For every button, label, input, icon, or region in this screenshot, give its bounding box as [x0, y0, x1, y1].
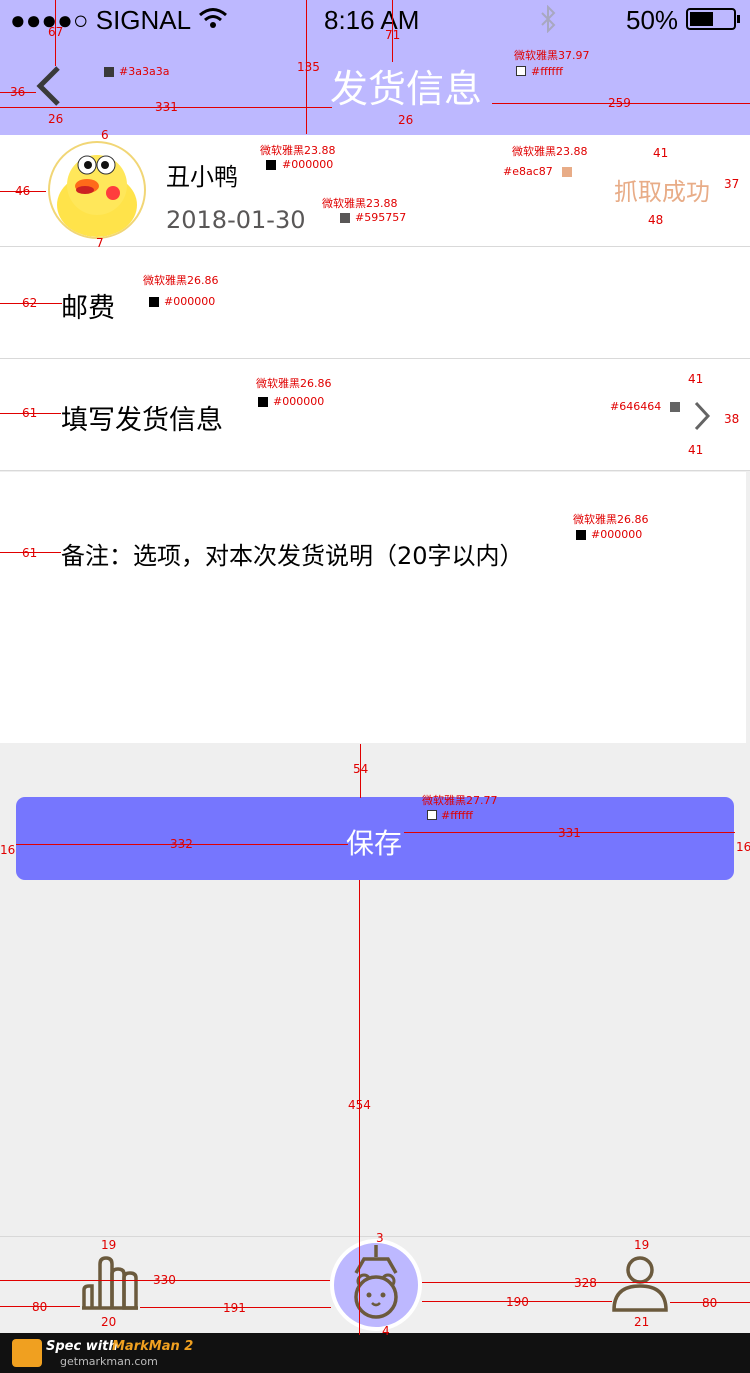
swatch [576, 530, 586, 540]
fill-shipping-label: 填写发货信息 [61, 405, 223, 436]
annot-dim: 191 [223, 1301, 246, 1315]
footer-site: getmarkman.com [60, 1355, 158, 1368]
annot-color: #595757 [355, 211, 407, 224]
footer-brand: MarkMan 2 [112, 1339, 194, 1354]
annot-dim: 7 [96, 236, 104, 250]
clock: 8:16 AM [324, 5, 420, 35]
swatch [562, 167, 572, 177]
annot-dim: 67 [48, 25, 64, 39]
nav-claw[interactable] [330, 1239, 422, 1331]
battery-icon [686, 8, 740, 30]
annot-dim: 259 [608, 96, 631, 110]
postage-label: 邮费 [61, 293, 115, 324]
annot-color: #646464 [610, 400, 662, 413]
bluetooth-icon [541, 5, 556, 33]
markman-logo [12, 1339, 42, 1367]
annot-dim: 19 [101, 1238, 117, 1252]
swatch [149, 297, 159, 307]
save-button-label: 保存 [346, 827, 403, 860]
annot-dim: 71 [385, 28, 401, 42]
annot-dim: 41 [688, 372, 704, 386]
annot-dim: 80 [32, 1300, 48, 1314]
annot-dim: 62 [22, 296, 38, 310]
annot-color: #000000 [282, 158, 334, 171]
swatch [266, 160, 276, 170]
markman-footer: Spec with MarkMan 2 getmarkman.com [0, 1333, 750, 1373]
swatch [104, 67, 114, 77]
status-text: 抓取成功 [614, 178, 710, 206]
swatch [427, 810, 437, 820]
annot-dim: 4 [382, 1324, 390, 1338]
annot-color: #ffffff [441, 809, 473, 822]
annot-dim: 36 [10, 85, 26, 99]
swatch [516, 66, 526, 76]
chevron-right-icon [694, 401, 711, 431]
annot-dim: 80 [702, 1296, 718, 1310]
annot-dim: 61 [22, 546, 38, 560]
duck-avatar-icon [57, 155, 137, 237]
annot-color: #e8ac87 [503, 165, 553, 178]
annot-color: #000000 [273, 395, 325, 408]
note-input[interactable]: 备注：选项，对本次发货说明（20字以内） [61, 536, 524, 571]
annot-font: 微软雅黑23.88 [260, 144, 336, 157]
annot-dim: 41 [688, 443, 704, 457]
hand-icon [82, 1256, 138, 1310]
annot-dim: 332 [170, 837, 193, 851]
nav-profile[interactable] [610, 1254, 670, 1314]
annot-dim: 328 [574, 1276, 597, 1290]
annot-font: 微软雅黑27.77 [422, 794, 498, 807]
annot-font: 微软雅黑26.86 [573, 513, 649, 526]
annot-dim: 16 [736, 840, 750, 854]
annot-dim: 26 [48, 112, 64, 126]
avatar [48, 141, 146, 239]
annot-dim: 61 [22, 406, 38, 420]
annot-dim: 6 [101, 128, 109, 142]
claw-bear-icon [354, 1245, 398, 1319]
annot-dim: 20 [101, 1315, 117, 1329]
annot-dim: 135 [297, 60, 320, 74]
annot-font: 微软雅黑37.97 [514, 49, 590, 62]
annot-dim: 26 [398, 113, 414, 127]
annot-dim: 454 [348, 1098, 371, 1112]
annot-dim: 48 [648, 213, 664, 227]
battery-percent: 50% [626, 5, 679, 35]
annot-font: 微软雅黑26.86 [143, 274, 219, 287]
annot-color: #3a3a3a [119, 65, 170, 78]
annot-dim: 37 [724, 177, 740, 191]
swatch [258, 397, 268, 407]
annot-font: 微软雅黑23.88 [512, 145, 588, 158]
annot-dim: 190 [506, 1295, 529, 1309]
annot-color: #000000 [164, 295, 216, 308]
annot-dim: 41 [653, 146, 669, 160]
annot-color: #ffffff [531, 65, 563, 78]
footer-prefix: Spec with [46, 1339, 118, 1354]
annot-dim: 3 [376, 1231, 384, 1245]
nav-hand[interactable] [80, 1254, 140, 1314]
annot-color: #000000 [591, 528, 643, 541]
annot-dim: 19 [634, 1238, 650, 1252]
annot-dim: 331 [558, 826, 581, 840]
signal-indicator: ●●●●○ SIGNAL [10, 5, 192, 35]
annot-dim: 21 [634, 1315, 650, 1329]
annot-dim: 331 [155, 100, 178, 114]
annot-dim: 38 [724, 412, 740, 426]
swatch [340, 213, 350, 223]
back-button[interactable] [30, 58, 66, 114]
annot-dim: 16 [0, 843, 16, 857]
status-bar: ●●●●○ SIGNAL 8:16 AM 50% [0, 0, 750, 40]
user-name: 丑小鸭 [166, 163, 238, 191]
user-date: 2018-01-30 [166, 206, 306, 234]
user-icon [612, 1256, 668, 1312]
wifi-icon [199, 8, 227, 28]
annot-font: 微软雅黑26.86 [256, 377, 332, 390]
page-title: 发货信息 [330, 67, 483, 111]
swatch [670, 402, 680, 412]
annot-dim: 54 [353, 762, 369, 776]
annot-dim: 330 [153, 1273, 176, 1287]
chevron-left-icon [36, 66, 60, 106]
annot-dim: 46 [15, 184, 31, 198]
annot-font: 微软雅黑23.88 [322, 197, 398, 210]
